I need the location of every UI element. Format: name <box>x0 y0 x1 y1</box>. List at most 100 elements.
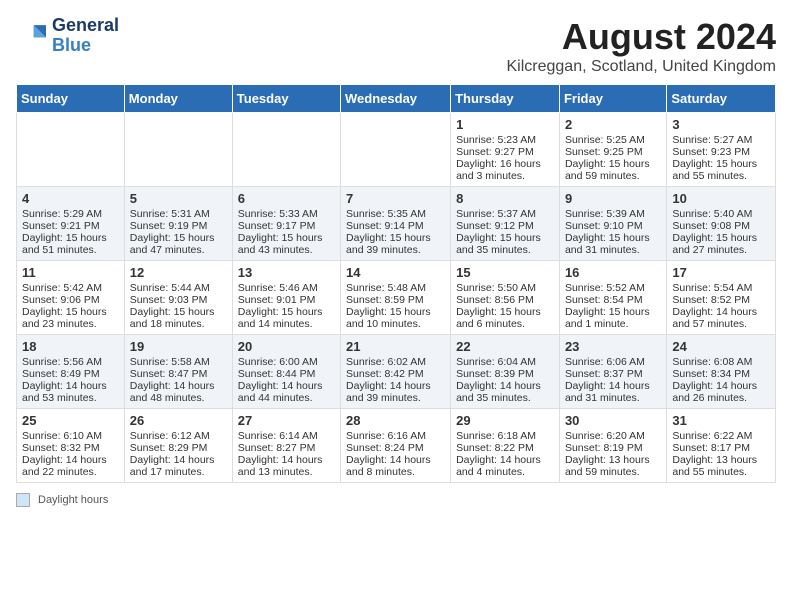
calendar-week-row: 18Sunrise: 5:56 AMSunset: 8:49 PMDayligh… <box>17 335 776 409</box>
daylight-text: Daylight: 14 hours and 35 minutes. <box>456 380 554 404</box>
sunrise-text: Sunrise: 6:18 AM <box>456 430 554 442</box>
calendar-cell: 17Sunrise: 5:54 AMSunset: 8:52 PMDayligh… <box>667 261 776 335</box>
calendar-cell: 23Sunrise: 6:06 AMSunset: 8:37 PMDayligh… <box>559 335 666 409</box>
sunrise-text: Sunrise: 5:31 AM <box>130 208 227 220</box>
sunset-text: Sunset: 8:44 PM <box>238 368 335 380</box>
sunrise-text: Sunrise: 5:40 AM <box>672 208 770 220</box>
legend-label: Daylight hours <box>38 494 108 506</box>
daylight-text: Daylight: 14 hours and 4 minutes. <box>456 454 554 478</box>
sunset-text: Sunset: 8:47 PM <box>130 368 227 380</box>
sunrise-text: Sunrise: 6:20 AM <box>565 430 661 442</box>
day-number: 29 <box>456 413 554 428</box>
sunrise-text: Sunrise: 6:08 AM <box>672 356 770 368</box>
sunset-text: Sunset: 9:12 PM <box>456 220 554 232</box>
sunset-text: Sunset: 9:19 PM <box>130 220 227 232</box>
day-number: 7 <box>346 191 445 206</box>
sunrise-text: Sunrise: 5:39 AM <box>565 208 661 220</box>
calendar-cell: 1Sunrise: 5:23 AMSunset: 9:27 PMDaylight… <box>451 113 560 187</box>
sunset-text: Sunset: 8:27 PM <box>238 442 335 454</box>
daylight-text: Daylight: 14 hours and 17 minutes. <box>130 454 227 478</box>
daylight-text: Daylight: 15 hours and 27 minutes. <box>672 232 770 256</box>
sunrise-text: Sunrise: 5:42 AM <box>22 282 119 294</box>
daylight-text: Daylight: 15 hours and 6 minutes. <box>456 306 554 330</box>
sunrise-text: Sunrise: 5:46 AM <box>238 282 335 294</box>
calendar-cell <box>124 113 232 187</box>
daylight-text: Daylight: 14 hours and 53 minutes. <box>22 380 119 404</box>
day-number: 11 <box>22 265 119 280</box>
calendar-cell: 2Sunrise: 5:25 AMSunset: 9:25 PMDaylight… <box>559 113 666 187</box>
calendar-cell: 3Sunrise: 5:27 AMSunset: 9:23 PMDaylight… <box>667 113 776 187</box>
calendar-cell: 27Sunrise: 6:14 AMSunset: 8:27 PMDayligh… <box>232 409 340 483</box>
sunset-text: Sunset: 9:25 PM <box>565 146 661 158</box>
calendar-cell: 28Sunrise: 6:16 AMSunset: 8:24 PMDayligh… <box>341 409 451 483</box>
sunset-text: Sunset: 9:01 PM <box>238 294 335 306</box>
sunset-text: Sunset: 9:03 PM <box>130 294 227 306</box>
calendar-cell: 11 Sunrise: 5:42 AMSunset: 9:06 PMDayligh… <box>17 261 125 335</box>
sunset-text: Sunset: 9:06 PM <box>22 294 119 306</box>
calendar-cell: 13 Sunrise: 5:46 AMSunset: 9:01 PMDayligh… <box>232 261 340 335</box>
sunset-text: Sunset: 8:52 PM <box>672 294 770 306</box>
sunrise-text: Sunrise: 5:44 AM <box>130 282 227 294</box>
calendar-cell: 26Sunrise: 6:12 AMSunset: 8:29 PMDayligh… <box>124 409 232 483</box>
sunset-text: Sunset: 9:08 PM <box>672 220 770 232</box>
daylight-text: Daylight: 15 hours and 14 minutes. <box>238 306 335 330</box>
daylight-text: Daylight: 15 hours and 23 minutes. <box>22 306 119 330</box>
sunrise-text: Sunrise: 5:27 AM <box>672 134 770 146</box>
day-number: 31 <box>672 413 770 428</box>
calendar-header: SundayMondayTuesdayWednesdayThursdayFrid… <box>17 85 776 113</box>
calendar-cell: 30Sunrise: 6:20 AMSunset: 8:19 PMDayligh… <box>559 409 666 483</box>
logo-text: General Blue <box>52 16 119 56</box>
sunset-text: Sunset: 8:42 PM <box>346 368 445 380</box>
daylight-text: Daylight: 15 hours and 18 minutes. <box>130 306 227 330</box>
daylight-text: Daylight: 15 hours and 10 minutes. <box>346 306 445 330</box>
sunrise-text: Sunrise: 5:37 AM <box>456 208 554 220</box>
sunrise-text: Sunrise: 6:04 AM <box>456 356 554 368</box>
calendar-cell: 18Sunrise: 5:56 AMSunset: 8:49 PMDayligh… <box>17 335 125 409</box>
calendar-cell: 19Sunrise: 5:58 AMSunset: 8:47 PMDayligh… <box>124 335 232 409</box>
sunset-text: Sunset: 8:59 PM <box>346 294 445 306</box>
sunset-text: Sunset: 9:17 PM <box>238 220 335 232</box>
sunrise-text: Sunrise: 5:23 AM <box>456 134 554 146</box>
calendar-cell: 10Sunrise: 5:40 AMSunset: 9:08 PMDayligh… <box>667 187 776 261</box>
day-number: 3 <box>672 117 770 132</box>
header-day: Wednesday <box>341 85 451 113</box>
calendar-cell: 22Sunrise: 6:04 AMSunset: 8:39 PMDayligh… <box>451 335 560 409</box>
calendar-week-row: 1Sunrise: 5:23 AMSunset: 9:27 PMDaylight… <box>17 113 776 187</box>
footer: Daylight hours <box>16 493 776 507</box>
logo-icon <box>16 22 48 50</box>
calendar-body: 1Sunrise: 5:23 AMSunset: 9:27 PMDaylight… <box>17 113 776 483</box>
sunset-text: Sunset: 8:24 PM <box>346 442 445 454</box>
header-day: Saturday <box>667 85 776 113</box>
day-number: 8 <box>456 191 554 206</box>
day-number: 1 <box>456 117 554 132</box>
daylight-text: Daylight: 14 hours and 57 minutes. <box>672 306 770 330</box>
daylight-text: Daylight: 15 hours and 43 minutes. <box>238 232 335 256</box>
day-number: 27 <box>238 413 335 428</box>
calendar-week-row: 11Sunrise: 5:42 AMSunset: 9:06 PMDayligh… <box>17 261 776 335</box>
sunrise-text: Sunrise: 6:02 AM <box>346 356 445 368</box>
day-number: 23 <box>565 339 661 354</box>
sunrise-text: Sunrise: 5:58 AM <box>130 356 227 368</box>
sunset-text: Sunset: 9:21 PM <box>22 220 119 232</box>
day-number: 19 <box>130 339 227 354</box>
day-number: 13 <box>238 265 335 280</box>
calendar-cell: 8Sunrise: 5:37 AMSunset: 9:12 PMDaylight… <box>451 187 560 261</box>
calendar-cell: 16Sunrise: 5:52 AMSunset: 8:54 PMDayligh… <box>559 261 666 335</box>
day-number: 15 <box>456 265 554 280</box>
header-day: Tuesday <box>232 85 340 113</box>
calendar-table: SundayMondayTuesdayWednesdayThursdayFrid… <box>16 84 776 483</box>
sunset-text: Sunset: 8:49 PM <box>22 368 119 380</box>
sunset-text: Sunset: 9:10 PM <box>565 220 661 232</box>
sunrise-text: Sunrise: 6:12 AM <box>130 430 227 442</box>
sunrise-text: Sunrise: 5:54 AM <box>672 282 770 294</box>
sunrise-text: Sunrise: 6:00 AM <box>238 356 335 368</box>
daylight-text: Daylight: 14 hours and 13 minutes. <box>238 454 335 478</box>
calendar-cell: 9Sunrise: 5:39 AMSunset: 9:10 PMDaylight… <box>559 187 666 261</box>
calendar-cell: 29Sunrise: 6:18 AMSunset: 8:22 PMDayligh… <box>451 409 560 483</box>
logo: General Blue <box>16 16 119 56</box>
sunset-text: Sunset: 8:32 PM <box>22 442 119 454</box>
header-day: Sunday <box>17 85 125 113</box>
calendar-cell: 6Sunrise: 5:33 AMSunset: 9:17 PMDaylight… <box>232 187 340 261</box>
sunrise-text: Sunrise: 5:35 AM <box>346 208 445 220</box>
sunrise-text: Sunrise: 5:52 AM <box>565 282 661 294</box>
